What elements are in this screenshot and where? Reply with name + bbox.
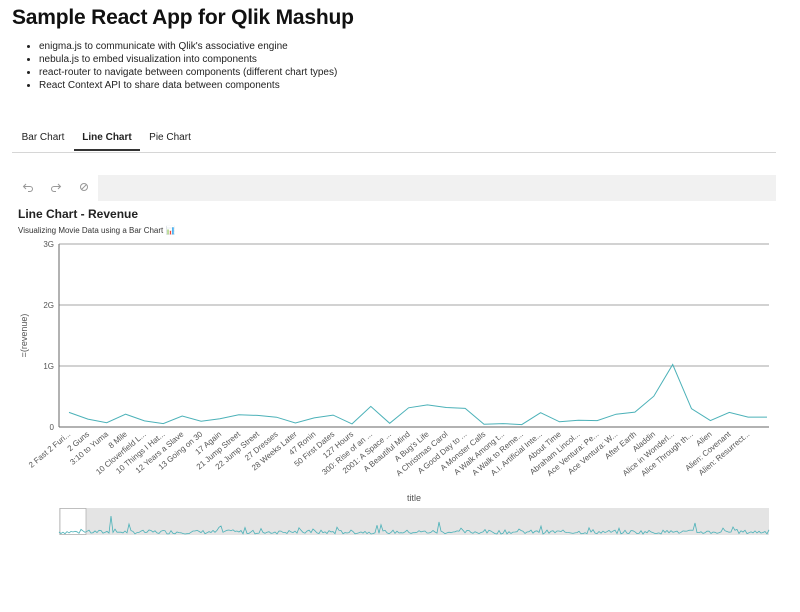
y-axis-ticks: 0 1G 2G 3G: [43, 240, 54, 432]
data-point[interactable]: [689, 406, 694, 411]
data-point[interactable]: [482, 422, 487, 427]
x-tick-label: 2 Fast 2 Furi...: [27, 430, 72, 470]
data-point[interactable]: [199, 419, 204, 424]
data-point[interactable]: [67, 410, 72, 415]
data-point[interactable]: [500, 421, 505, 426]
data-point[interactable]: [104, 420, 109, 425]
data-point[interactable]: [142, 418, 147, 423]
data-point[interactable]: [255, 413, 260, 418]
data-point[interactable]: [406, 405, 411, 410]
data-point[interactable]: [538, 410, 543, 415]
x-axis-ticks: 2 Fast 2 Furi...2 Guns3:10 to Yuma8 Mile…: [27, 429, 751, 478]
y-tick-label: 1G: [43, 362, 54, 371]
data-point[interactable]: [595, 418, 600, 423]
x-axis-title: title: [407, 493, 421, 503]
data-point[interactable]: [463, 406, 468, 411]
data-point[interactable]: [519, 422, 524, 427]
chart-scrollbar-minimap[interactable]: [58, 508, 770, 535]
data-point[interactable]: [236, 412, 241, 417]
data-point[interactable]: [708, 418, 713, 423]
data-point[interactable]: [727, 410, 732, 415]
y-axis-title: =(revenue): [19, 314, 29, 358]
line-chart[interactable]: 0 1G 2G 3G 2 Fast 2 Furi...2 Guns3:10 to Yu…: [0, 0, 800, 612]
data-point[interactable]: [670, 362, 675, 367]
data-point[interactable]: [85, 417, 90, 422]
data-point[interactable]: [217, 416, 222, 421]
data-point[interactable]: [614, 412, 619, 417]
data-point[interactable]: [368, 404, 373, 409]
y-tick-label: 0: [50, 423, 55, 432]
data-point[interactable]: [331, 413, 336, 418]
data-point[interactable]: [180, 414, 185, 419]
data-point[interactable]: [349, 421, 354, 426]
data-point[interactable]: [576, 418, 581, 423]
data-point[interactable]: [425, 402, 430, 407]
chart-gridlines: [59, 243, 769, 367]
data-point[interactable]: [746, 415, 751, 420]
data-point[interactable]: [651, 394, 656, 399]
data-point[interactable]: [765, 415, 770, 420]
series-points: [67, 362, 770, 427]
y-tick-label: 2G: [43, 301, 54, 310]
data-point[interactable]: [632, 410, 637, 415]
data-point[interactable]: [161, 421, 166, 426]
series-line-revenue[interactable]: [68, 363, 767, 426]
data-point[interactable]: [387, 421, 392, 426]
data-point[interactable]: [293, 421, 298, 426]
data-point[interactable]: [123, 412, 128, 417]
data-point[interactable]: [274, 415, 279, 420]
data-point[interactable]: [557, 419, 562, 424]
data-point[interactable]: [312, 415, 317, 420]
data-point[interactable]: [444, 405, 449, 410]
y-tick-label: 3G: [43, 240, 54, 249]
